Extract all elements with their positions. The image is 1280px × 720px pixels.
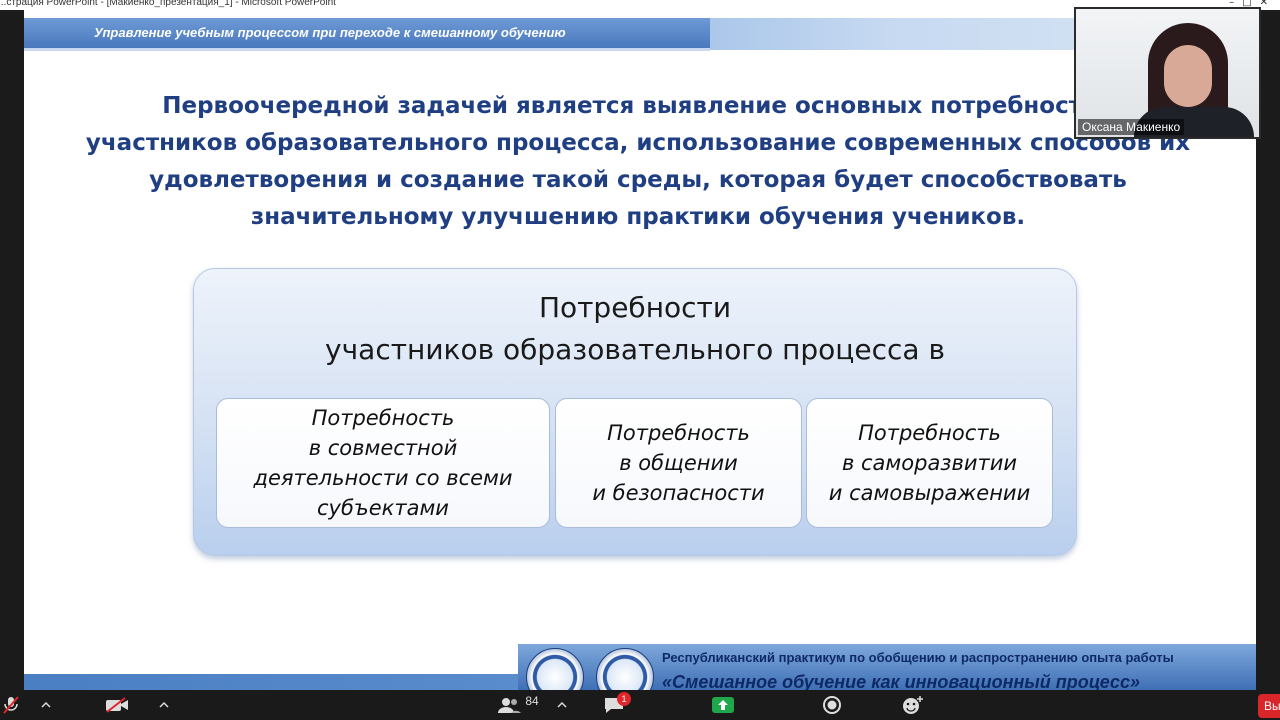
footer-event-title: Республиканский практикум по обобщению и…	[662, 650, 1174, 665]
audio-options-chevron-icon[interactable]	[38, 690, 54, 720]
needs-diagram: Потребности участников образовательного …	[193, 268, 1077, 556]
participants-icon[interactable]	[496, 690, 522, 720]
mic-muted-icon[interactable]	[0, 690, 22, 720]
slide-footer-panel: Республиканский практикум по обобщению и…	[518, 644, 1256, 690]
leave-meeting-button[interactable]: Выйти	[1258, 694, 1280, 718]
record-icon[interactable]	[820, 690, 844, 720]
window-title: ...страция PowerPoint - [Макиенко_презен…	[0, 0, 336, 8]
need-card-joint-activity: Потребность в совместной деятельности со…	[216, 398, 550, 528]
university-logo-icon	[526, 648, 584, 690]
reactions-icon[interactable]	[900, 690, 926, 720]
slide-header-title: Управление учебным процессом при переход…	[94, 25, 566, 40]
needs-title: Потребности участников образовательного …	[325, 291, 945, 366]
webcam-video-tile[interactable]: Оксана Макиенко	[1074, 7, 1261, 139]
slide-main-text: Первоочередной задачей является выявлени…	[85, 93, 1191, 230]
presentation-slide: Управление учебным процессом при переход…	[24, 10, 1256, 690]
slide-header-band: Управление учебным процессом при переход…	[24, 18, 710, 51]
chat-unread-badge: 1	[617, 692, 631, 706]
share-screen-icon[interactable]	[710, 690, 736, 720]
institute-logo-icon	[596, 648, 654, 690]
participants-options-chevron-icon[interactable]	[554, 690, 570, 720]
participants-count: 84	[525, 694, 539, 708]
webcam-person-face	[1164, 45, 1212, 107]
video-options-chevron-icon[interactable]	[156, 690, 172, 720]
video-off-icon[interactable]	[104, 690, 130, 720]
need-card-self-development: Потребность в саморазвитии и самовыражен…	[806, 398, 1053, 528]
need-card-communication: Потребность в общении и безопасности	[555, 398, 802, 528]
meeting-toolbar: 84 1	[0, 690, 1280, 720]
footer-event-subtitle: «Смешанное обучение как инновационный пр…	[662, 672, 1140, 690]
webcam-participant-name: Оксана Макиенко	[1078, 119, 1185, 135]
